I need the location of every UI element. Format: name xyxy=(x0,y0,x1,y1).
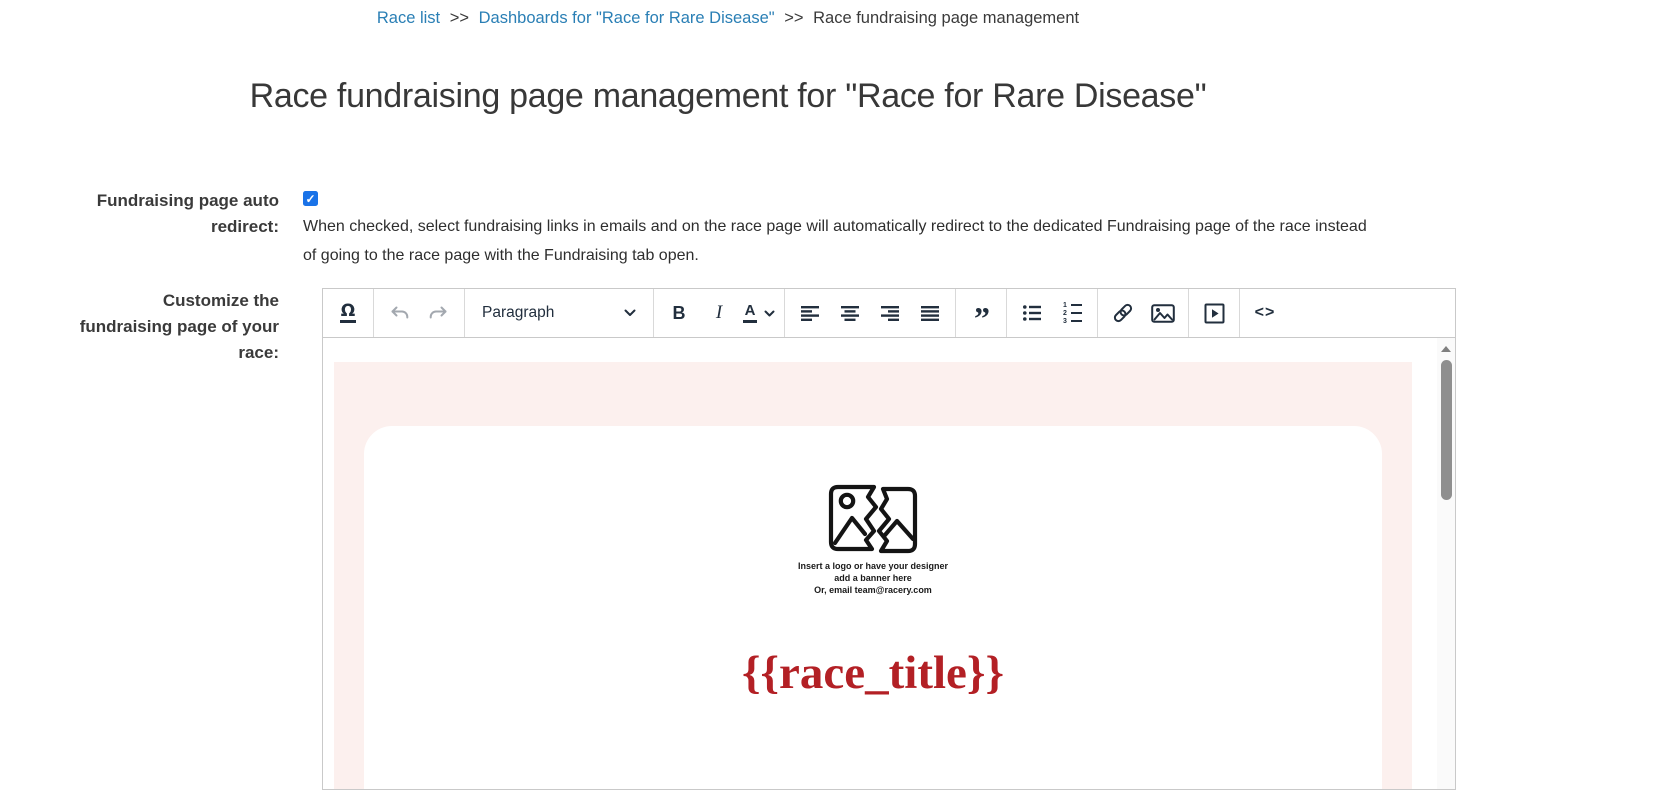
toolbar-group-lists: 1 2 3 xyxy=(1007,289,1097,337)
toolbar-group-media xyxy=(1189,289,1239,337)
align-left-button[interactable] xyxy=(790,296,830,330)
numbered-list-button[interactable]: 1 2 3 xyxy=(1052,296,1092,330)
align-right-icon xyxy=(880,305,899,321)
chevron-down-icon xyxy=(624,309,636,316)
bold-button[interactable]: B xyxy=(659,296,699,330)
auto-redirect-checkbox[interactable]: ✓ xyxy=(303,191,318,206)
bullet-list-button[interactable] xyxy=(1012,296,1052,330)
undo-button[interactable] xyxy=(379,296,419,330)
page-container: Race list >> Dashboards for "Race for Ra… xyxy=(0,0,1456,790)
source-code-button[interactable]: <> xyxy=(1245,296,1285,330)
undo-icon xyxy=(391,306,409,319)
source-code-icon: <> xyxy=(1254,304,1276,321)
redo-icon xyxy=(429,306,447,319)
align-left-icon xyxy=(800,305,819,321)
text-color-icon: A xyxy=(743,303,757,323)
link-button[interactable] xyxy=(1103,296,1143,330)
media-button[interactable] xyxy=(1194,296,1234,330)
label-line: race: xyxy=(238,343,279,362)
redo-button[interactable] xyxy=(419,296,459,330)
stamp-icon: Ω xyxy=(340,301,356,323)
editor-toolbar: Ω Paragraph B I A ” 1 2 3 <> xyxy=(323,289,1455,338)
breadcrumb: Race list >> Dashboards for "Race for Ra… xyxy=(0,0,1456,28)
image-button[interactable] xyxy=(1143,296,1183,330)
page-title: Race fundraising page management for "Ra… xyxy=(249,77,1207,115)
breadcrumb-current: Race fundraising page management xyxy=(813,9,1080,27)
toolbar-group-align xyxy=(785,289,955,337)
chevron-down-icon xyxy=(764,310,775,316)
fundraising-page-card: Insert a logo or have your designer add … xyxy=(364,426,1382,789)
label-line: Fundraising page auto xyxy=(96,191,279,210)
align-center-icon xyxy=(840,305,859,321)
breadcrumb-link-dashboards[interactable]: Dashboards for "Race for Rare Disease" xyxy=(479,9,775,27)
editor-scrollbar xyxy=(1437,338,1455,789)
customize-content: Ω Paragraph B I A ” 1 2 3 <> Insert a lo… xyxy=(303,288,1456,790)
form-row-auto-redirect: Fundraising page auto redirect: ✓ When c… xyxy=(0,188,1456,270)
toolbar-group-quote: ” xyxy=(956,289,1006,337)
auto-redirect-help-text: When checked, select fundraising links i… xyxy=(303,218,1367,264)
fundraising-page-canvas: Insert a logo or have your designer add … xyxy=(334,362,1412,789)
toolbar-group-stamp: Ω xyxy=(323,289,373,337)
auto-redirect-content: ✓ When checked, select fundraising links… xyxy=(303,188,1456,270)
editor-content-area[interactable]: Insert a logo or have your designer add … xyxy=(323,338,1455,789)
toolbar-group-code: <> xyxy=(1240,289,1290,337)
paragraph-format-select[interactable]: Paragraph xyxy=(470,296,648,330)
toolbar-group-insert xyxy=(1098,289,1188,337)
link-icon xyxy=(1113,303,1133,323)
checkmark-icon: ✓ xyxy=(305,191,316,206)
italic-button[interactable]: I xyxy=(699,296,739,330)
numbered-list-icon: 1 2 3 xyxy=(1063,302,1082,325)
stamp-button[interactable]: Ω xyxy=(328,296,368,330)
bullet-list-icon xyxy=(1023,305,1041,321)
align-right-button[interactable] xyxy=(870,296,910,330)
paragraph-format-label: Paragraph xyxy=(482,304,555,321)
label-line: redirect: xyxy=(210,217,279,236)
justify-icon xyxy=(920,305,939,321)
form-row-customize: Customize the fundraising page of your r… xyxy=(0,288,1456,790)
label-line: Customize the xyxy=(162,291,279,310)
breadcrumb-link-race-list[interactable]: Race list xyxy=(377,9,440,27)
media-icon xyxy=(1204,303,1224,323)
toolbar-group-history xyxy=(374,289,464,337)
toolbar-group-text-style: B I A xyxy=(654,289,784,337)
align-center-button[interactable] xyxy=(830,296,870,330)
toolbar-group-format: Paragraph xyxy=(465,289,653,337)
banner-placeholder-text: Insert a logo or have your designer add … xyxy=(797,561,949,595)
race-title-token: {{race_title}} xyxy=(742,647,1004,699)
scrollbar-thumb[interactable] xyxy=(1440,360,1452,500)
italic-icon: I xyxy=(715,302,723,323)
banner-placeholder: Insert a logo or have your designer add … xyxy=(798,483,948,596)
text-color-button[interactable]: A xyxy=(739,296,779,330)
management-form: Fundraising page auto redirect: ✓ When c… xyxy=(0,188,1456,790)
justify-button[interactable] xyxy=(910,296,950,330)
breadcrumb-separator: >> xyxy=(784,9,804,27)
customize-label: Customize the fundraising page of your r… xyxy=(0,288,279,366)
blockquote-button[interactable]: ” xyxy=(961,296,1001,336)
rich-text-editor: Ω Paragraph B I A ” 1 2 3 <> Insert a lo… xyxy=(322,288,1456,790)
broken-image-icon xyxy=(828,484,918,554)
image-icon xyxy=(1151,303,1175,323)
label-line: fundraising page of your xyxy=(79,317,279,336)
auto-redirect-label: Fundraising page auto redirect: xyxy=(0,188,279,240)
bold-icon: B xyxy=(672,302,686,323)
blockquote-icon: ” xyxy=(974,300,990,336)
scrollbar-up-arrow[interactable] xyxy=(1441,346,1451,352)
breadcrumb-separator: >> xyxy=(449,9,470,27)
